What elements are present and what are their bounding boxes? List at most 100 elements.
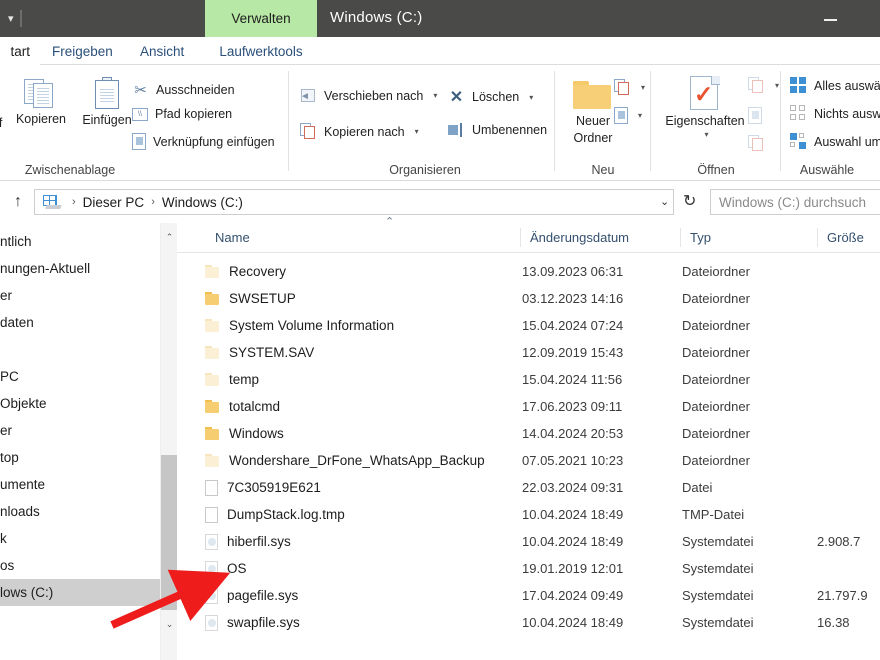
copy-button[interactable]: Kopieren xyxy=(10,77,72,126)
sidebar-item-windows-c[interactable]: lows (C:) xyxy=(0,579,160,606)
select-all-button[interactable]: Alles auswä xyxy=(790,77,880,94)
refresh-icon[interactable]: ↻ xyxy=(683,191,696,211)
paste-label: Einfügen xyxy=(82,113,132,127)
tab-view[interactable]: Ansicht xyxy=(130,37,194,65)
column-header-size[interactable]: Größe xyxy=(817,223,880,252)
organize-group-title: Organisieren xyxy=(389,163,461,177)
file-date-cell: 12.09.2019 15:43 xyxy=(522,345,624,360)
copy-to-caret-icon[interactable]: ▾ xyxy=(415,127,419,136)
sidebar-item-8[interactable]: top xyxy=(0,444,160,471)
breadcrumb[interactable]: › Dieser PC › Windows (C:) xyxy=(34,189,674,215)
table-row[interactable]: SYSTEM.SAV 12.09.2019 15:43 Dateiordner xyxy=(177,339,880,366)
table-row[interactable]: totalcmd 17.06.2023 09:11 Dateiordner xyxy=(177,393,880,420)
delete-caret-icon[interactable]: ▾ xyxy=(529,93,533,102)
new-item-caret-icon[interactable]: ▾ xyxy=(641,83,645,92)
sidebar-item-label: umente xyxy=(0,477,46,492)
file-name-cell[interactable]: totalcmd xyxy=(205,399,280,414)
breadcrumb-chevron-down-icon[interactable]: ⌄ xyxy=(660,195,669,208)
search-input[interactable]: Windows (C:) durchsuch xyxy=(710,189,880,215)
scrollbar-thumb[interactable] xyxy=(161,455,178,610)
file-name-cell[interactable]: Recovery xyxy=(205,264,286,279)
sidebar-item-12[interactable]: os xyxy=(0,552,160,579)
sidebar-item-10[interactable]: nloads xyxy=(0,498,160,525)
easy-access-icon xyxy=(614,107,628,124)
navigation-pane-scrollbar[interactable]: ⌃ ⌄ xyxy=(160,223,178,660)
sidebar-item-9[interactable]: umente xyxy=(0,471,160,498)
table-row[interactable]: DumpStack.log.tmp 10.04.2024 18:49 TMP-D… xyxy=(177,501,880,528)
file-name-cell[interactable]: swapfile.sys xyxy=(205,614,300,631)
sidebar-item-2[interactable]: er xyxy=(0,282,160,309)
easy-access-button[interactable]: ▾ xyxy=(614,107,642,124)
file-name-cell[interactable]: System Volume Information xyxy=(205,318,394,333)
move-to-button[interactable]: ◄ Verschieben nach ▾ xyxy=(300,87,437,104)
easy-access-caret-icon[interactable]: ▾ xyxy=(638,111,642,120)
quick-access-chevron-down-icon[interactable]: ▾ xyxy=(8,13,14,25)
file-name-cell[interactable]: pagefile.sys xyxy=(205,587,298,604)
file-name-cell[interactable]: DumpStack.log.tmp xyxy=(205,506,345,523)
file-name-cell[interactable]: hiberfil.sys xyxy=(205,533,291,550)
tab-start[interactable]: tart xyxy=(0,37,40,65)
table-row[interactable]: swapfile.sys 10.04.2024 18:49 Systemdate… xyxy=(177,609,880,636)
breadcrumb-item-this-pc[interactable]: Dieser PC xyxy=(83,195,145,210)
select-none-button[interactable]: Nichts ausw xyxy=(790,105,880,122)
table-row-pagefile[interactable]: pagefile.sys 17.04.2024 09:49 Systemdate… xyxy=(177,582,880,609)
copy-path-button[interactable]: \\ Pfad kopieren xyxy=(132,107,232,121)
tab-share[interactable]: Freigeben xyxy=(42,37,123,65)
sidebar-item-1[interactable]: nungen-Aktuell xyxy=(0,255,160,282)
sidebar-item-5[interactable]: PC xyxy=(0,363,160,390)
file-name-cell[interactable]: Windows xyxy=(205,426,284,441)
move-to-icon: ◄ xyxy=(300,87,317,104)
open-with-caret-icon[interactable]: ▾ xyxy=(775,81,779,90)
sidebar-item-0[interactable]: ntlich xyxy=(0,228,160,255)
table-row[interactable]: 7C305919E621 22.03.2024 09:31 Datei xyxy=(177,474,880,501)
sidebar-item-4[interactable] xyxy=(0,336,160,363)
column-header-name[interactable]: Name ⌃ xyxy=(205,216,520,252)
table-row[interactable]: Recovery 13.09.2023 06:31 Dateiordner xyxy=(177,258,880,285)
column-header-date[interactable]: Änderungsdatum xyxy=(520,223,680,252)
contextual-tab-manage[interactable]: Verwalten xyxy=(205,0,317,37)
sidebar-item-7[interactable]: er xyxy=(0,417,160,444)
table-row[interactable]: Wondershare_DrFone_WhatsApp_Backup 07.05… xyxy=(177,447,880,474)
file-size-cell: 2.908.7 xyxy=(817,534,861,549)
move-to-caret-icon[interactable]: ▾ xyxy=(433,91,437,100)
paste-button[interactable]: Einfügen xyxy=(76,77,138,127)
copy-to-button[interactable]: Kopieren nach ▾ xyxy=(300,123,419,140)
column-header-type[interactable]: Typ xyxy=(680,223,840,252)
table-row[interactable]: temp 15.04.2024 11:56 Dateiordner xyxy=(177,366,880,393)
file-name-cell[interactable]: SWSETUP xyxy=(205,291,296,306)
scroll-up-icon[interactable]: ⌃ xyxy=(161,229,178,246)
file-name-label: temp xyxy=(229,372,260,387)
table-row[interactable]: Windows 14.04.2024 20:53 Dateiordner xyxy=(177,420,880,447)
navigation-pane[interactable]: ntlich nungen-Aktuell er daten PC Objekt… xyxy=(0,223,160,660)
file-name-cell[interactable]: 7C305919E621 xyxy=(205,479,321,496)
sidebar-item-label: os xyxy=(0,558,15,573)
file-name-cell[interactable]: OS xyxy=(205,560,247,577)
table-row[interactable]: OS 19.01.2019 12:01 Systemdatei xyxy=(177,555,880,582)
table-row[interactable]: hiberfil.sys 10.04.2024 18:49 Systemdate… xyxy=(177,528,880,555)
delete-button[interactable]: ✕ Löschen ▾ xyxy=(448,87,533,107)
new-item-button[interactable]: ▾ xyxy=(614,79,645,96)
tab-drivetools[interactable]: Laufwerktools xyxy=(205,37,317,65)
sidebar-item-11[interactable]: k xyxy=(0,525,160,552)
file-name-cell[interactable]: Wondershare_DrFone_WhatsApp_Backup xyxy=(205,453,485,468)
paste-shortcut-button[interactable]: Verknüpfung einfügen xyxy=(132,133,275,150)
select-none-label: Nichts ausw xyxy=(814,106,880,121)
properties-button[interactable]: ✓ Eigenschaften ▾ xyxy=(662,75,748,139)
table-row[interactable]: System Volume Information 15.04.2024 07:… xyxy=(177,312,880,339)
properties-caret-icon[interactable]: ▾ xyxy=(704,130,708,139)
tab-view-label: Ansicht xyxy=(140,43,185,59)
up-button[interactable]: ↑ xyxy=(14,193,22,211)
breadcrumb-item-windows-c[interactable]: Windows (C:) xyxy=(162,195,243,210)
file-name-cell[interactable]: SYSTEM.SAV xyxy=(205,345,314,360)
rename-button[interactable]: Umbenennen xyxy=(448,123,547,137)
sidebar-item-3[interactable]: daten xyxy=(0,309,160,336)
scroll-down-icon[interactable]: ⌄ xyxy=(161,616,178,633)
sidebar-item-6[interactable]: Objekte xyxy=(0,390,160,417)
quick-access-toolbar[interactable]: ▾ xyxy=(8,10,22,28)
invert-selection-button[interactable]: Auswahl um xyxy=(790,133,880,150)
cut-button[interactable]: ✂ Ausschneiden xyxy=(132,81,234,99)
table-row[interactable]: SWSETUP 03.12.2023 14:16 Dateiordner xyxy=(177,285,880,312)
minimize-button[interactable] xyxy=(800,0,860,40)
open-with-button[interactable]: ▾ xyxy=(748,77,779,94)
file-name-cell[interactable]: temp xyxy=(205,372,259,387)
